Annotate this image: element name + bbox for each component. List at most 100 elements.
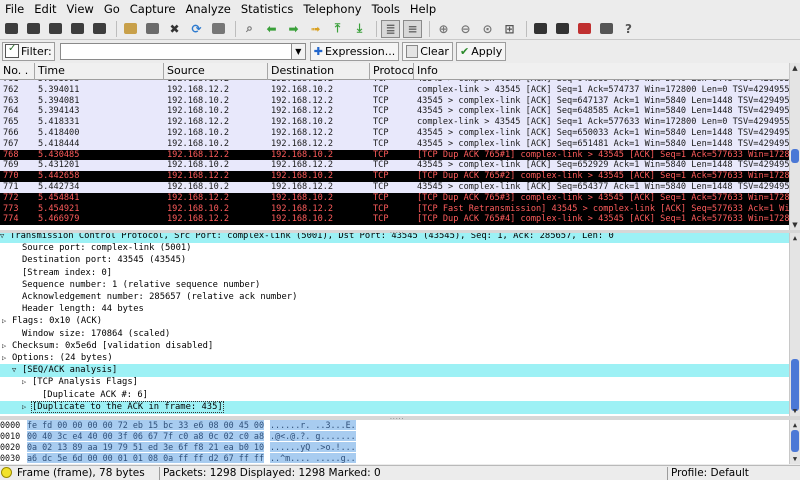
packet-row[interactable]: 772 5.454841 192.168.12.2 192.168.10.2 TCP [T… bbox=[0, 192, 789, 204]
column-header-no[interactable]: No. . bbox=[0, 63, 35, 80]
column-header-destination[interactable]: Destination bbox=[268, 63, 370, 80]
menu-analyze[interactable]: Analyze bbox=[181, 0, 236, 18]
coloring-rules-button[interactable] bbox=[575, 20, 594, 38]
collapsed-arrow-icon[interactable]: ▷ bbox=[22, 376, 32, 389]
zoom-out-button[interactable]: ⊖ bbox=[456, 20, 475, 38]
capture-restart-button[interactable] bbox=[90, 20, 109, 38]
detail-tree-item[interactable]: Source port: complex-link (5001) bbox=[12, 242, 191, 255]
hex-dump-row[interactable]: 0000 fe fd 00 00 00 00 72 eb 15 bc 33 e6 … bbox=[0, 420, 356, 431]
menu-capture[interactable]: Capture bbox=[125, 0, 181, 18]
menu-telephony[interactable]: Telephony bbox=[298, 0, 366, 18]
packet-row[interactable]: 766 5.418400 192.168.10.2 192.168.12.2 TCP 43… bbox=[0, 127, 789, 139]
packet-row[interactable]: 763 5.394081 192.168.10.2 192.168.12.2 TCP 43… bbox=[0, 95, 789, 107]
hex-dump-row[interactable]: 0030 a6 dc 5e 6d 00 00 01 01 08 0a ff ff … bbox=[0, 453, 356, 464]
preferences-button[interactable] bbox=[597, 20, 616, 38]
go-last-button[interactable]: ⤓ bbox=[350, 20, 369, 38]
help-button[interactable]: ? bbox=[619, 20, 638, 38]
detail-tree-item[interactable]: ▷ Flags: 0x10 (ACK) bbox=[2, 315, 102, 328]
scrollbar-thumb[interactable] bbox=[791, 149, 799, 163]
go-first-button[interactable]: ⤒ bbox=[328, 20, 347, 38]
menu-tools[interactable]: Tools bbox=[367, 0, 405, 18]
detail-tree-item[interactable]: Window size: 170864 (scaled) bbox=[12, 328, 170, 341]
packet-row[interactable]: 769 5.431201 192.168.10.2 192.168.12.2 TCP 43… bbox=[0, 160, 789, 172]
detail-tree-item[interactable]: [Stream index: 0] bbox=[12, 267, 112, 280]
zoom-in-button[interactable]: ⊕ bbox=[434, 20, 453, 38]
close-file-button[interactable]: ✖ bbox=[165, 20, 184, 38]
capture-filters-button[interactable] bbox=[531, 20, 550, 38]
open-file-button[interactable] bbox=[121, 20, 140, 38]
status-profile[interactable]: Profile: Default bbox=[668, 467, 800, 480]
packet-row[interactable]: 771 5.442734 192.168.10.2 192.168.12.2 TCP 43… bbox=[0, 181, 789, 193]
menu-view[interactable]: View bbox=[62, 0, 99, 18]
filter-dropdown-button[interactable]: ▼ bbox=[291, 42, 306, 60]
collapsed-arrow-icon[interactable]: ▷ bbox=[2, 352, 12, 365]
colorize-button[interactable]: ≣ bbox=[381, 19, 400, 38]
detail-tree-item[interactable]: [Duplicate ACK #: 6] bbox=[32, 389, 148, 402]
go-back-button[interactable]: ⬅ bbox=[262, 20, 281, 38]
menu-file[interactable]: File bbox=[0, 0, 29, 18]
capture-options-button[interactable] bbox=[24, 20, 43, 38]
packet-row[interactable]: 768 5.430485 192.168.12.2 192.168.10.2 TCP [T… bbox=[0, 149, 789, 161]
packet-row[interactable]: 767 5.418444 192.168.10.2 192.168.12.2 TCP 43… bbox=[0, 138, 789, 150]
save-file-button[interactable] bbox=[143, 20, 162, 38]
bytes-scrollbar[interactable]: ▲ ▼ bbox=[789, 420, 800, 464]
auto-scroll-button[interactable]: ≡ bbox=[403, 19, 422, 38]
go-forward-button[interactable]: ➡ bbox=[284, 20, 303, 38]
expanded-arrow-icon[interactable]: ▽ bbox=[0, 233, 10, 243]
packet-row[interactable]: 765 5.418331 192.168.12.2 192.168.10.2 TCP co… bbox=[0, 117, 789, 128]
detail-tree-item[interactable]: Header length: 44 bytes bbox=[12, 303, 144, 316]
packet-row[interactable]: 764 5.394143 192.168.10.2 192.168.12.2 TCP 43… bbox=[0, 106, 789, 118]
packet-row[interactable]: 774 5.466979 192.168.12.2 192.168.10.2 TCP [T… bbox=[0, 214, 789, 226]
detail-tree-item[interactable]: Sequence number: 1 (relative sequence nu… bbox=[12, 279, 260, 292]
detail-tree-item[interactable]: ▷ [TCP Analysis Flags] bbox=[22, 376, 138, 389]
capture-stop-button[interactable] bbox=[68, 20, 87, 38]
column-header-info[interactable]: Info bbox=[414, 63, 789, 80]
detail-tree-item[interactable]: ▷ [Duplicate to the ACK in frame: 435] bbox=[0, 400, 789, 414]
collapsed-arrow-icon[interactable]: ▷ bbox=[22, 401, 32, 414]
packet-row[interactable]: 770 5.442658 192.168.12.2 192.168.10.2 TCP [T… bbox=[0, 171, 789, 182]
expanded-arrow-icon[interactable]: ▽ bbox=[12, 364, 22, 377]
scroll-down-icon[interactable]: ▼ bbox=[790, 220, 800, 230]
display-filters-button[interactable] bbox=[553, 20, 572, 38]
column-header-protocol[interactable]: Protocol bbox=[370, 63, 414, 80]
column-header-source[interactable]: Source bbox=[164, 63, 268, 80]
find-button[interactable]: ⌕ bbox=[240, 20, 259, 38]
scroll-up-icon[interactable]: ▲ bbox=[790, 233, 800, 243]
column-header-time[interactable]: Time bbox=[35, 63, 164, 80]
scrollbar-thumb[interactable] bbox=[791, 359, 799, 411]
go-to-packet-button[interactable]: ➟ bbox=[306, 20, 325, 38]
resize-columns-button[interactable]: ⊞ bbox=[500, 20, 519, 38]
hex-dump-row[interactable]: 0010 00 40 3c e4 40 00 3f 06 67 7f c0 a8 … bbox=[0, 431, 356, 442]
filter-input[interactable] bbox=[59, 42, 292, 60]
detail-tree-item[interactable]: ▷ Checksum: 0x5e6d [validation disabled] bbox=[2, 340, 213, 353]
scroll-down-icon[interactable]: ▼ bbox=[790, 454, 800, 464]
interface-list-button[interactable] bbox=[2, 20, 21, 38]
apply-button[interactable]: ✔ Apply bbox=[455, 41, 507, 61]
hex-dump-row[interactable]: 0020 0a 02 13 89 aa 19 79 51 ed 3e 6f f8 … bbox=[0, 442, 356, 453]
detail-tree-item[interactable]: ▷ Options: (24 bytes) bbox=[2, 352, 113, 365]
detail-tree-item[interactable]: Acknowledgement number: 285657 (relative… bbox=[12, 291, 297, 304]
scroll-down-icon[interactable]: ▼ bbox=[790, 406, 800, 416]
expert-info-indicator[interactable] bbox=[0, 466, 14, 480]
capture-start-button[interactable] bbox=[46, 20, 65, 38]
menu-go[interactable]: Go bbox=[99, 0, 125, 18]
scroll-up-icon[interactable]: ▲ bbox=[790, 63, 800, 73]
menu-statistics[interactable]: Statistics bbox=[236, 0, 299, 18]
reload-button[interactable]: ⟳ bbox=[187, 20, 206, 38]
details-scrollbar[interactable]: ▲ ▼ bbox=[789, 233, 800, 416]
packet-row[interactable]: 773 5.454921 192.168.10.2 192.168.12.2 TCP [T… bbox=[0, 203, 789, 215]
menu-help[interactable]: Help bbox=[405, 0, 441, 18]
filter-button[interactable]: ✓ Filter: bbox=[2, 41, 55, 61]
print-button[interactable] bbox=[209, 20, 228, 38]
menu-edit[interactable]: Edit bbox=[29, 0, 61, 18]
scroll-up-icon[interactable]: ▲ bbox=[790, 420, 800, 430]
scrollbar-thumb[interactable] bbox=[791, 430, 799, 452]
expression-button[interactable]: ✚ Expression... bbox=[309, 41, 400, 61]
clear-button[interactable]: Clear bbox=[402, 41, 453, 61]
detail-tree-item[interactable]: ▽ [SEQ/ACK analysis] bbox=[0, 364, 789, 378]
collapsed-arrow-icon[interactable]: ▷ bbox=[2, 340, 12, 353]
packet-list-scrollbar[interactable]: ▲ ▼ bbox=[789, 63, 800, 230]
detail-tree-item[interactable]: Destination port: 43545 (43545) bbox=[12, 254, 186, 267]
packet-row[interactable]: 762 5.394011 192.168.12.2 192.168.10.2 TCP co… bbox=[0, 84, 789, 96]
normal-size-button[interactable]: ⊙ bbox=[478, 20, 497, 38]
